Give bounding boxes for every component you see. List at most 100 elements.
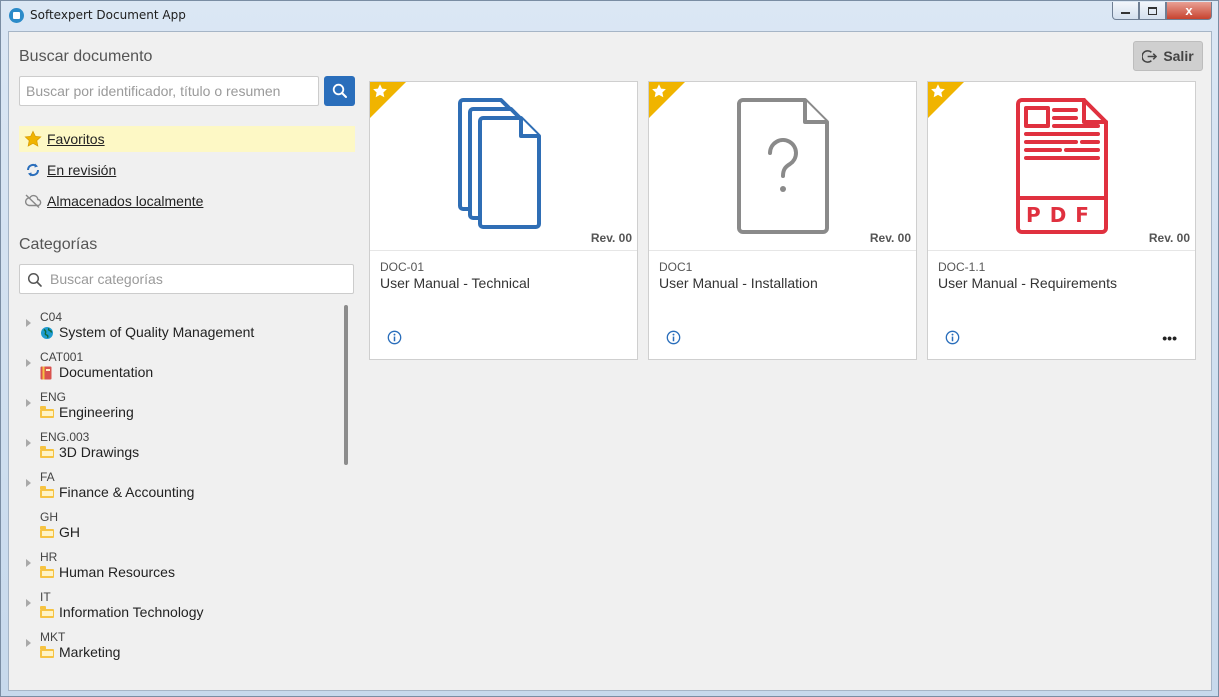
category-name: Finance & Accounting	[59, 484, 195, 500]
revision-label: Rev. 00	[1148, 231, 1190, 245]
category-code: ENG	[40, 390, 67, 404]
expand-arrow-icon[interactable]	[26, 439, 31, 447]
category-code: GH	[40, 510, 58, 524]
category-scrollbar[interactable]	[344, 305, 348, 465]
revision-label: Rev. 00	[590, 231, 632, 245]
document-code: DOC-01	[380, 260, 425, 274]
nav-in-review[interactable]: En revisión	[19, 157, 355, 183]
expand-arrow-icon[interactable]	[26, 399, 31, 407]
svg-text:PDF: PDF	[1026, 203, 1098, 227]
search-icon	[27, 272, 42, 287]
document-thumbnail[interactable]: Rev. 00	[370, 82, 637, 250]
card-divider	[928, 250, 1195, 251]
minimize-button[interactable]	[1112, 2, 1139, 20]
pdf-file-icon: PDF	[1015, 98, 1108, 234]
folder-icon	[40, 446, 54, 459]
category-item[interactable]: MKT Marketing	[19, 624, 339, 664]
star-icon[interactable]	[372, 83, 388, 99]
document-title[interactable]: User Manual - Technical	[380, 275, 530, 291]
expand-arrow-icon[interactable]	[26, 319, 31, 327]
document-card[interactable]: PDF Rev. 00 DOC-1.1 User Manual - Requir…	[927, 81, 1196, 360]
star-icon[interactable]	[651, 83, 667, 99]
category-item[interactable]: ENG.003 3D Drawings	[19, 424, 339, 464]
document-thumbnail[interactable]: PDF Rev. 00	[928, 82, 1195, 250]
revision-label: Rev. 00	[869, 231, 911, 245]
multi-file-icon	[457, 98, 541, 229]
nav-favorites-label: Favoritos	[47, 131, 105, 147]
expand-arrow-icon[interactable]	[26, 359, 31, 367]
nav-local-storage-label: Almacenados localmente	[47, 193, 204, 209]
minimize-icon	[1121, 12, 1130, 14]
main-content: Buscar documento Favoritos	[8, 31, 1212, 691]
folder-icon	[40, 646, 54, 659]
category-name: Engineering	[59, 404, 134, 420]
category-name: Information Technology	[59, 604, 204, 620]
globe-icon	[41, 327, 53, 339]
document-search-input[interactable]	[20, 77, 318, 105]
expand-arrow-icon[interactable]	[26, 559, 31, 567]
folder-icon	[40, 406, 54, 419]
category-name: Documentation	[59, 364, 154, 380]
info-icon[interactable]	[666, 330, 681, 345]
cloud-off-icon	[23, 191, 43, 211]
category-code: HR	[40, 550, 58, 564]
category-name: System of Quality Management	[59, 324, 255, 340]
document-search-box	[19, 76, 319, 106]
card-divider	[370, 250, 637, 251]
exit-button-label: Salir	[1163, 48, 1194, 64]
nav-in-review-label: En revisión	[47, 162, 117, 178]
category-code: CAT001	[40, 350, 84, 364]
search-icon	[332, 83, 347, 98]
category-item[interactable]: ENG Engineering	[19, 384, 339, 424]
folder-icon	[40, 486, 54, 499]
info-icon[interactable]	[387, 330, 402, 345]
folder-icon	[40, 606, 54, 619]
document-card[interactable]: Rev. 00 DOC-01 User Manual - Technical	[369, 81, 638, 360]
star-icon[interactable]	[930, 83, 946, 99]
document-title[interactable]: User Manual - Requirements	[938, 275, 1117, 291]
expand-arrow-icon[interactable]	[26, 479, 31, 487]
categories-title: Categorías	[19, 236, 98, 253]
star-icon	[23, 129, 43, 149]
more-options-button[interactable]: •••	[1162, 330, 1177, 346]
category-item[interactable]: IT Information Technology	[19, 584, 339, 624]
category-name: Marketing	[59, 644, 121, 660]
title-bar[interactable]: Softexpert Document App x	[1, 1, 1218, 31]
book-icon	[40, 366, 52, 380]
document-title[interactable]: User Manual - Installation	[659, 275, 818, 291]
window-controls: x	[1112, 2, 1212, 20]
category-item[interactable]: CAT001 Documentation	[19, 344, 339, 384]
maximize-button[interactable]	[1139, 2, 1166, 20]
app-window: Softexpert Document App x Buscar documen…	[0, 0, 1219, 697]
info-icon[interactable]	[945, 330, 960, 345]
left-panel: Buscar documento Favoritos	[9, 32, 364, 690]
category-item[interactable]: FA Finance & Accounting	[19, 464, 339, 504]
category-search-input[interactable]	[20, 265, 353, 293]
document-code: DOC-1.1	[938, 260, 986, 274]
category-code: IT	[40, 590, 51, 604]
window-title: Softexpert Document App	[30, 8, 186, 22]
nav-favorites[interactable]: Favoritos	[19, 126, 355, 152]
document-thumbnail[interactable]: Rev. 00	[649, 82, 916, 250]
category-name: Human Resources	[59, 564, 175, 580]
category-item[interactable]: GH GH	[19, 504, 339, 544]
exit-button[interactable]: Salir	[1133, 41, 1203, 71]
unknown-file-icon	[736, 98, 829, 234]
card-divider	[649, 250, 916, 251]
document-card[interactable]: Rev. 00 DOC1 User Manual - Installation	[648, 81, 917, 360]
category-item[interactable]: HR Human Resources	[19, 544, 339, 584]
refresh-icon	[23, 160, 43, 180]
maximize-icon	[1148, 6, 1157, 15]
app-logo-icon	[9, 8, 24, 23]
category-item[interactable]: C04 System of Quality Management	[19, 304, 339, 344]
expand-arrow-icon[interactable]	[26, 639, 31, 647]
close-button[interactable]: x	[1166, 2, 1212, 20]
search-button[interactable]	[324, 76, 355, 106]
search-section-title: Buscar documento	[19, 48, 153, 65]
category-tree: C04 System of Quality Management CAT001	[19, 304, 339, 664]
folder-icon	[40, 566, 54, 579]
category-name: 3D Drawings	[59, 444, 140, 460]
expand-arrow-icon[interactable]	[26, 599, 31, 607]
nav-local-storage[interactable]: Almacenados localmente	[19, 188, 355, 214]
document-code: DOC1	[659, 260, 693, 274]
